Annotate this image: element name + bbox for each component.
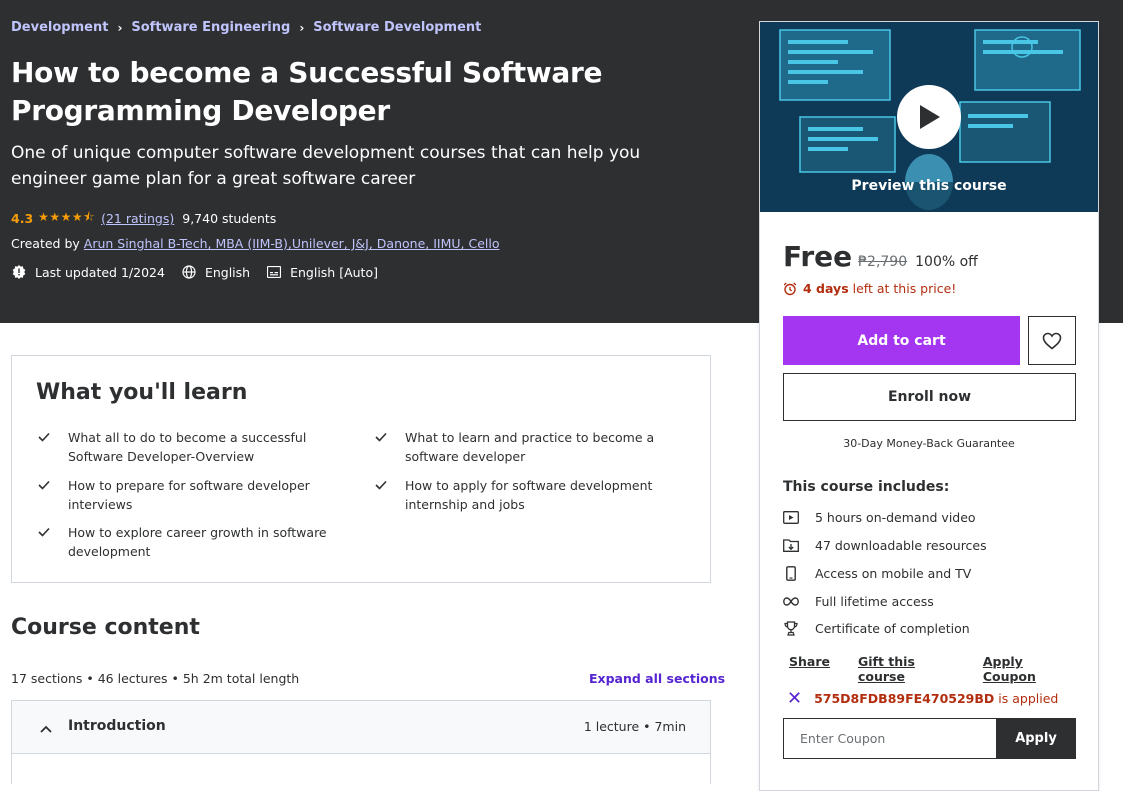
learn-item: What all to do to become a successful So… bbox=[36, 428, 358, 466]
section-meta: 1 lecture • 7min bbox=[583, 719, 686, 734]
remove-coupon-icon[interactable]: ✕ bbox=[787, 689, 802, 707]
last-updated: Last updated 1/2024 bbox=[11, 264, 165, 280]
learn-item: How to prepare for software developer in… bbox=[36, 476, 358, 514]
created-by-label: Created by bbox=[11, 236, 80, 251]
mobile-icon bbox=[783, 565, 799, 581]
section-body bbox=[11, 754, 711, 784]
include-item-label: Certificate of completion bbox=[815, 620, 970, 636]
last-updated-text: Last updated 1/2024 bbox=[35, 264, 165, 280]
apply-coupon-link[interactable]: Apply Coupon bbox=[983, 654, 1070, 684]
coupon-applied-text: is applied bbox=[998, 691, 1059, 706]
timer-text: left at this price! bbox=[852, 281, 957, 296]
expand-all-sections-button[interactable]: Expand all sections bbox=[589, 671, 725, 686]
folder-download-icon bbox=[783, 537, 799, 553]
breadcrumb-software-development[interactable]: Software Development bbox=[313, 20, 481, 35]
alert-badge-icon bbox=[11, 264, 27, 280]
coupon-applied-message: ✕ 575D8FDB89FE470529BD is applied bbox=[787, 689, 1059, 707]
check-icon bbox=[36, 428, 68, 466]
apply-coupon-button[interactable]: Apply bbox=[996, 718, 1076, 759]
learn-item: How to apply for software development in… bbox=[373, 476, 695, 514]
breadcrumb-development[interactable]: Development bbox=[11, 20, 108, 35]
include-item: Full lifetime access bbox=[783, 593, 934, 609]
play-icon bbox=[920, 105, 940, 129]
current-price: Free bbox=[783, 240, 853, 273]
include-item: 47 downloadable resources bbox=[783, 537, 987, 553]
timer-days: 4 days bbox=[803, 281, 849, 296]
action-links: Share Gift this course Apply Coupon bbox=[789, 654, 1098, 684]
check-icon bbox=[36, 476, 68, 514]
purchase-sidebar: Preview this course Free ₱2,790 100% off… bbox=[759, 21, 1099, 791]
include-item: 5 hours on-demand video bbox=[783, 509, 976, 525]
chevron-right-icon: › bbox=[299, 20, 305, 35]
share-button[interactable]: Share bbox=[789, 654, 830, 684]
learn-item: What to learn and practice to become a s… bbox=[373, 428, 695, 466]
heart-icon bbox=[1042, 332, 1062, 350]
students-count: 9,740 students bbox=[182, 211, 277, 226]
include-item-label: Access on mobile and TV bbox=[815, 565, 972, 581]
course-subtitle: One of unique computer software developm… bbox=[11, 143, 641, 189]
coupon-code: 575D8FDB89FE470529BD bbox=[814, 691, 995, 706]
play-button[interactable] bbox=[897, 85, 961, 149]
gift-course-button[interactable]: Gift this course bbox=[858, 654, 955, 684]
closed-captions-icon bbox=[266, 264, 282, 280]
learn-title: What you'll learn bbox=[36, 380, 248, 405]
chevron-up-icon bbox=[40, 718, 52, 737]
price-row: Free ₱2,790 100% off bbox=[783, 240, 978, 273]
include-item: Access on mobile and TV bbox=[783, 565, 971, 581]
course-preview-video[interactable]: Preview this course bbox=[760, 22, 1098, 212]
learn-item-text: How to prepare for software developer in… bbox=[68, 478, 310, 512]
alarm-clock-icon bbox=[783, 282, 797, 295]
wishlist-button[interactable] bbox=[1028, 316, 1076, 365]
learn-item-text: How to apply for software development in… bbox=[405, 478, 653, 512]
money-back-guarantee: 30-Day Money-Back Guarantee bbox=[843, 437, 1015, 450]
instructor-link[interactable]: Arun Singhal B-Tech, MBA (IIM-B),Unileve… bbox=[84, 236, 500, 251]
course-content-title: Course content bbox=[11, 615, 200, 640]
check-icon bbox=[373, 476, 405, 514]
rating-value: 4.3 bbox=[11, 211, 34, 226]
include-item-label: Full lifetime access bbox=[815, 593, 934, 609]
check-icon bbox=[373, 428, 405, 466]
ratings-count-link[interactable]: (21 ratings) bbox=[101, 211, 174, 226]
discount-timer: 4 days left at this price! bbox=[783, 281, 956, 296]
course-meta: Last updated 1/2024 English English [Aut… bbox=[11, 264, 394, 280]
learn-item-text: How to explore career growth in software… bbox=[68, 525, 327, 559]
breadcrumb: Development › Software Engineering › Sof… bbox=[11, 20, 481, 35]
chevron-right-icon: › bbox=[117, 20, 123, 35]
learn-item: How to explore career growth in software… bbox=[36, 523, 358, 561]
breadcrumb-software-engineering[interactable]: Software Engineering bbox=[131, 20, 290, 35]
course-content-summary: 17 sections • 46 lectures • 5h 2m total … bbox=[11, 671, 300, 686]
learn-item-text: What to learn and practice to become a s… bbox=[405, 430, 655, 464]
globe-icon bbox=[181, 264, 197, 280]
include-item: Certificate of completion bbox=[783, 620, 970, 636]
check-icon bbox=[36, 523, 68, 561]
created-by: Created by Arun Singhal B-Tech, MBA (IIM… bbox=[11, 236, 500, 251]
include-item-label: 47 downloadable resources bbox=[815, 537, 987, 553]
trophy-icon bbox=[783, 620, 799, 636]
language-text: English bbox=[204, 264, 251, 280]
rating-row: 4.3 ★★★★⯪ (21 ratings) 9,740 students bbox=[11, 208, 276, 229]
video-icon bbox=[783, 509, 799, 525]
include-item-label: 5 hours on-demand video bbox=[815, 509, 976, 525]
section-header-introduction[interactable]: Introduction 1 lecture • 7min bbox=[11, 700, 711, 754]
infinity-icon bbox=[783, 593, 799, 609]
course-title: How to become a Successful Software Prog… bbox=[11, 56, 603, 127]
coupon-input[interactable] bbox=[783, 718, 996, 759]
includes-title: This course includes: bbox=[783, 479, 950, 495]
star-rating-icon: ★★★★⯪ bbox=[38, 210, 96, 224]
preview-label: Preview this course bbox=[851, 178, 1007, 194]
learn-item-text: What all to do to become a successful So… bbox=[68, 430, 307, 464]
add-to-cart-button[interactable]: Add to cart bbox=[783, 316, 1020, 365]
enroll-now-button[interactable]: Enroll now bbox=[783, 373, 1076, 421]
language: English bbox=[181, 264, 250, 280]
section-title: Introduction bbox=[68, 718, 166, 734]
discount-percent: 100% off bbox=[915, 254, 978, 270]
captions: English [Auto] bbox=[266, 264, 378, 280]
what-youll-learn: What you'll learn What all to do to beco… bbox=[11, 355, 711, 583]
captions-text: English [Auto] bbox=[290, 264, 378, 280]
original-price: ₱2,790 bbox=[858, 254, 908, 270]
